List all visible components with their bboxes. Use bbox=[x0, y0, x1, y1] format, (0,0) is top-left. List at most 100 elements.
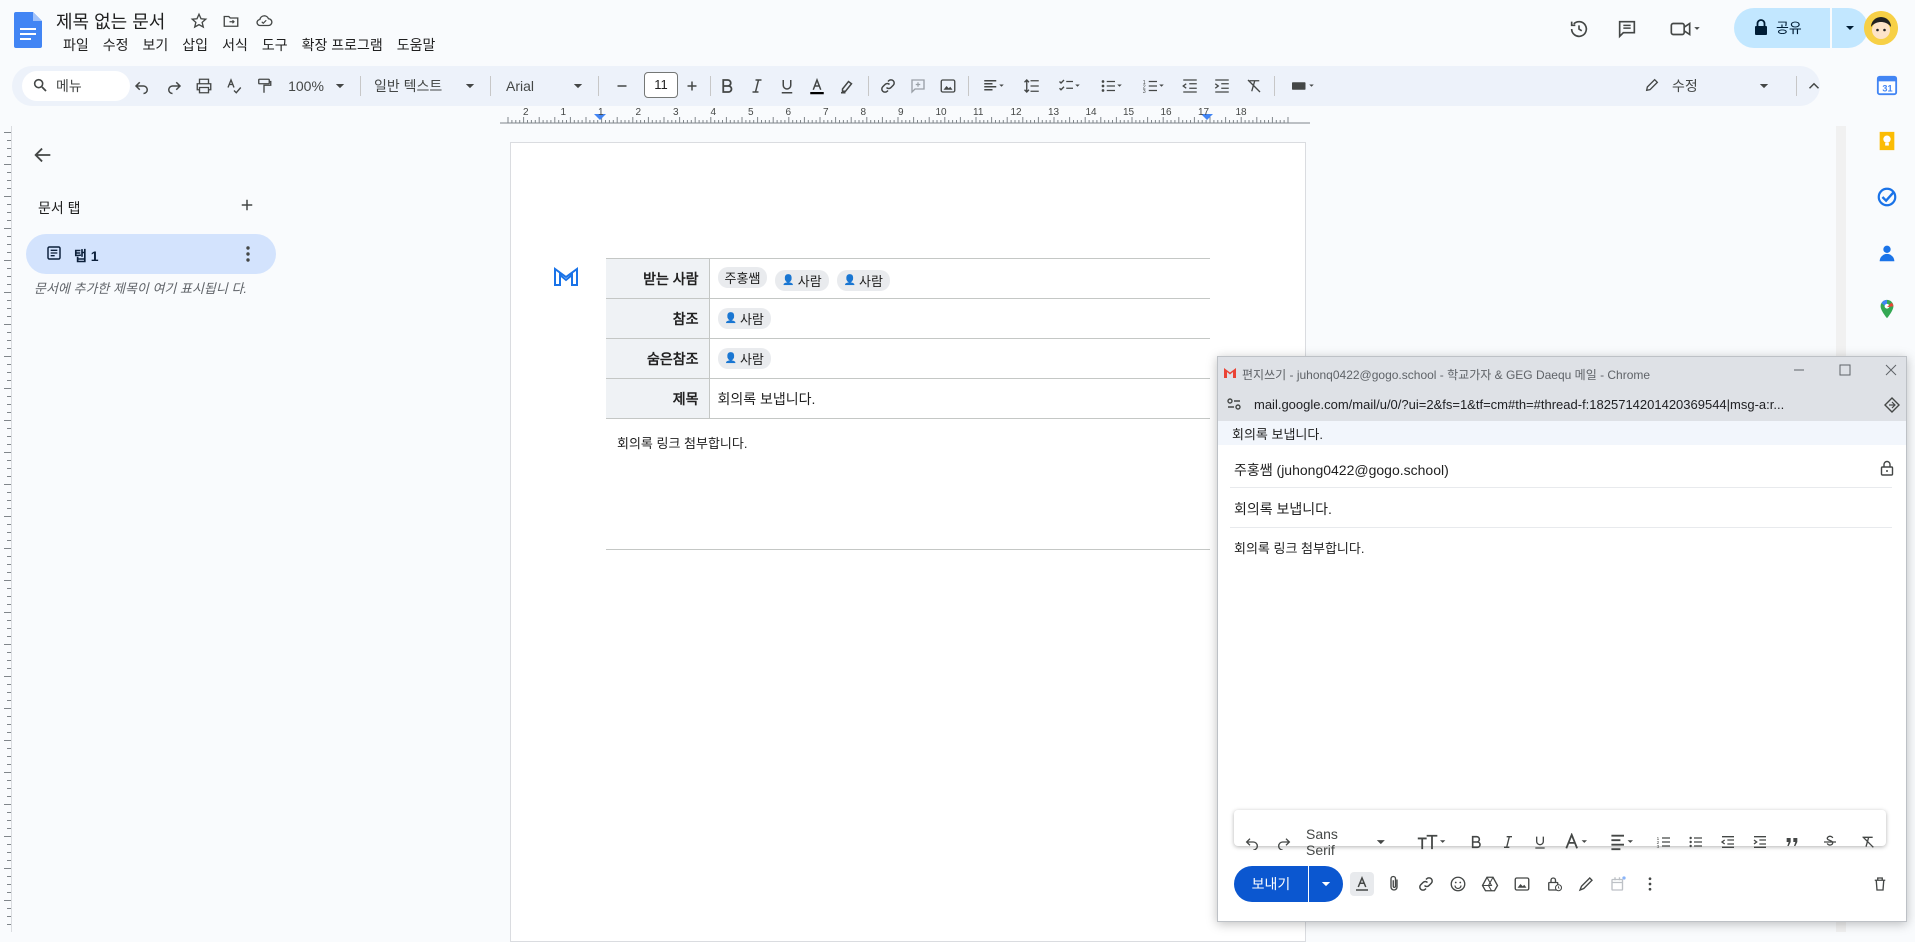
document-title[interactable]: 제목 없는 문서 bbox=[56, 8, 165, 34]
font-size-icon[interactable] bbox=[1414, 829, 1450, 855]
text-color-icon[interactable] bbox=[1560, 829, 1596, 855]
subject-field[interactable]: 회의록 보냅니다. bbox=[1234, 499, 1332, 519]
calendar-icon[interactable]: 31 bbox=[1876, 74, 1902, 100]
style-select[interactable]: 일반 텍스트 bbox=[374, 74, 454, 98]
meet-icon[interactable] bbox=[1664, 14, 1708, 44]
redo-icon[interactable] bbox=[1272, 829, 1296, 855]
clear-formatting-icon[interactable] bbox=[1856, 829, 1880, 855]
paint-format-icon[interactable] bbox=[252, 74, 276, 98]
decrease-font-size-icon[interactable] bbox=[610, 74, 634, 98]
line-spacing-icon[interactable] bbox=[1020, 74, 1044, 98]
font-dropdown-icon[interactable] bbox=[572, 74, 584, 98]
more-options-icon[interactable] bbox=[1638, 872, 1662, 896]
confidential-mode-icon[interactable] bbox=[1542, 872, 1566, 896]
quote-icon[interactable] bbox=[1780, 829, 1804, 855]
recipient-chip[interactable]: 👤 사람 bbox=[717, 348, 771, 369]
tasks-icon[interactable] bbox=[1876, 186, 1902, 212]
compose-body[interactable]: 회의록 링크 첨부합니다. bbox=[1234, 538, 1364, 557]
highlight-color-icon[interactable] bbox=[835, 74, 859, 98]
font-family-select[interactable]: Sans Serif bbox=[1306, 826, 1386, 858]
align-icon[interactable] bbox=[1606, 829, 1642, 855]
menu-view[interactable]: 보기 bbox=[136, 34, 176, 56]
increase-indent-icon[interactable] bbox=[1748, 829, 1772, 855]
confidential-lock-icon[interactable] bbox=[1880, 460, 1894, 479]
insert-photo-icon[interactable] bbox=[1510, 872, 1534, 896]
undo-icon[interactable] bbox=[130, 74, 154, 98]
undo-icon[interactable] bbox=[1240, 829, 1264, 855]
google-drive-icon[interactable] bbox=[1478, 872, 1502, 896]
insert-link-icon[interactable] bbox=[1414, 872, 1438, 896]
to-recipients[interactable]: 주홍쌤 👤 사람 👤 사람 bbox=[709, 258, 1210, 299]
share-button[interactable]: 공유 bbox=[1734, 8, 1830, 48]
move-folder-icon[interactable] bbox=[222, 12, 242, 32]
email-draft-block[interactable]: 받는 사람 주홍쌤 👤 사람 👤 사람 참조 👤 사람 숨은참조 👤 사람 제목 회의록… bbox=[606, 258, 1210, 419]
print-icon[interactable] bbox=[192, 74, 216, 98]
underline-icon[interactable] bbox=[1528, 829, 1552, 855]
docs-logo-icon[interactable] bbox=[14, 12, 42, 48]
vertical-ruler[interactable] bbox=[0, 126, 12, 932]
italic-icon[interactable] bbox=[745, 74, 769, 98]
formatting-options-icon[interactable] bbox=[1350, 872, 1374, 896]
clear-formatting-icon[interactable] bbox=[1242, 74, 1266, 98]
input-tools-icon[interactable] bbox=[1284, 74, 1324, 98]
tab-1[interactable] bbox=[26, 234, 276, 274]
hide-menus-icon[interactable] bbox=[1802, 74, 1826, 98]
menu-format[interactable]: 서식 bbox=[215, 34, 255, 56]
bold-icon[interactable] bbox=[715, 74, 739, 98]
menu-edit[interactable]: 수정 bbox=[96, 34, 136, 56]
recipient-field[interactable]: 주홍쌤 (juhong0422@gogo.school) bbox=[1234, 460, 1449, 480]
align-select-icon[interactable] bbox=[976, 74, 1012, 98]
menu-extensions[interactable]: 확장 프로그램 bbox=[295, 34, 390, 56]
add-tab-icon[interactable] bbox=[238, 196, 258, 216]
font-size-input[interactable]: 11 bbox=[644, 72, 678, 98]
insert-image-icon[interactable] bbox=[936, 74, 960, 98]
recipient-chip[interactable]: 👤 사람 bbox=[717, 308, 771, 329]
minimize-icon[interactable] bbox=[1792, 363, 1806, 380]
numbered-list-icon[interactable]: 123 bbox=[1652, 829, 1676, 855]
discard-draft-icon[interactable] bbox=[1868, 872, 1892, 896]
spellcheck-icon[interactable] bbox=[222, 74, 246, 98]
close-icon[interactable] bbox=[1884, 363, 1898, 380]
zoom-select[interactable]: 100% bbox=[286, 74, 326, 98]
search-menus-input[interactable]: 메뉴 bbox=[22, 71, 130, 101]
menu-insert[interactable]: 삽입 bbox=[175, 34, 215, 56]
underline-icon[interactable] bbox=[775, 74, 799, 98]
bold-icon[interactable] bbox=[1464, 829, 1488, 855]
add-comment-icon[interactable] bbox=[906, 74, 930, 98]
star-icon[interactable] bbox=[190, 12, 210, 32]
gmail-icon[interactable] bbox=[553, 265, 579, 287]
numbered-list-icon[interactable]: 123 bbox=[1136, 74, 1172, 98]
cloud-saved-icon[interactable] bbox=[254, 12, 274, 32]
popup-url[interactable]: mail.google.com/mail/u/0/?ui=2&fs=1&tf=c… bbox=[1254, 397, 1864, 412]
maximize-icon[interactable] bbox=[1838, 363, 1852, 380]
checklist-icon[interactable] bbox=[1052, 74, 1088, 98]
send-button[interactable]: 보내기 bbox=[1234, 866, 1308, 902]
email-body-text[interactable]: 회의록 링크 첨부합니다. bbox=[617, 433, 747, 452]
maps-icon[interactable] bbox=[1876, 298, 1902, 324]
recipient-chip[interactable]: 👤 사람 bbox=[775, 269, 829, 291]
signature-icon[interactable] bbox=[1574, 872, 1598, 896]
style-dropdown-icon[interactable] bbox=[464, 74, 476, 98]
increase-indent-icon[interactable] bbox=[1210, 74, 1234, 98]
bcc-recipients[interactable]: 👤 사람 bbox=[709, 338, 1210, 379]
schedule-send-icon[interactable] bbox=[1606, 872, 1630, 896]
cc-recipients[interactable]: 👤 사람 bbox=[709, 298, 1210, 339]
menu-tools[interactable]: 도구 bbox=[255, 34, 295, 56]
bulleted-list-icon[interactable] bbox=[1684, 829, 1708, 855]
more-vert-icon[interactable] bbox=[240, 244, 256, 267]
recipient-chip[interactable]: 주홍쌤 bbox=[717, 266, 768, 288]
bulleted-list-icon[interactable] bbox=[1094, 74, 1130, 98]
mode-dropdown-icon[interactable] bbox=[1758, 74, 1770, 98]
decrease-indent-icon[interactable] bbox=[1716, 829, 1740, 855]
strikethrough-icon[interactable] bbox=[1818, 829, 1842, 855]
site-info-icon[interactable] bbox=[1226, 397, 1242, 414]
version-history-icon[interactable] bbox=[1564, 14, 1594, 44]
recipient-chip[interactable]: 👤 사람 bbox=[836, 269, 890, 291]
subject-value[interactable]: 회의록 보냅니다. bbox=[709, 378, 1210, 419]
install-app-icon[interactable] bbox=[1884, 397, 1900, 416]
keep-icon[interactable] bbox=[1876, 130, 1902, 156]
decrease-indent-icon[interactable] bbox=[1178, 74, 1202, 98]
avatar[interactable] bbox=[1864, 11, 1898, 45]
editing-mode-select[interactable]: 수정 bbox=[1644, 74, 1774, 98]
redo-icon[interactable] bbox=[162, 74, 186, 98]
